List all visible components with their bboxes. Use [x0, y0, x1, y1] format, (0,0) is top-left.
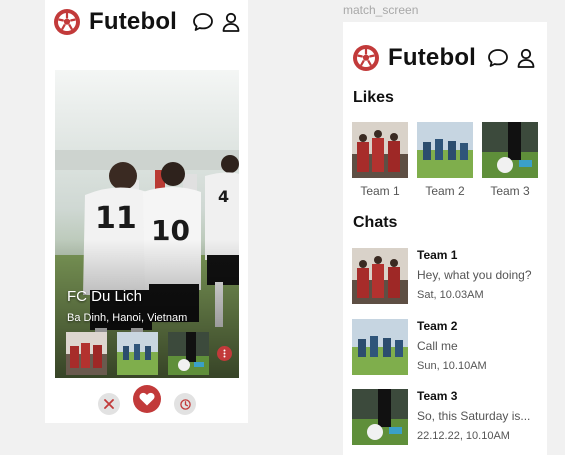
chat-item-team-1[interactable]: Team 1 Hey, what you doing? Sat, 10.03AM [352, 248, 544, 304]
thumbnail-photo[interactable] [66, 332, 107, 375]
like-item-team-2[interactable]: Team 2 [417, 122, 473, 198]
chat-team-name: Team 2 [417, 319, 458, 333]
chat-team-name: Team 1 [417, 248, 458, 262]
info-button[interactable] [217, 346, 232, 361]
likes-list: Team 1 Team 2 Team 3 [352, 122, 538, 198]
chat-avatar [352, 248, 408, 304]
thumbnail-photo[interactable] [168, 332, 209, 375]
chats-heading: Chats [353, 214, 398, 231]
chat-timestamp: Sat, 10.03AM [417, 289, 484, 301]
chat-item-team-3[interactable]: Team 3 So, this Saturday is... 22.12.22,… [352, 389, 544, 445]
swipe-actions [45, 385, 248, 417]
chat-team-name: Team 3 [417, 389, 458, 403]
like-team-name: Team 1 [360, 184, 400, 198]
user-profile-icon[interactable] [222, 12, 240, 32]
user-profile-icon[interactable] [517, 48, 535, 68]
chat-timestamp: Sun, 10.10AM [417, 360, 487, 372]
team-photo [482, 122, 538, 178]
chat-timestamp: 22.12.22, 10.10AM [417, 430, 510, 442]
like-team-name: Team 3 [490, 184, 530, 198]
chat-last-message: Hey, what you doing? [417, 268, 532, 282]
match-screen: Futebol Likes Team 1 Team 2 Team 3 Chats… [343, 22, 547, 455]
brand-title: Futebol [388, 44, 477, 71]
later-button[interactable] [174, 393, 196, 415]
thumbnail-photo[interactable] [117, 332, 158, 375]
design-canvas: Futebol FC Du Lich Ba Dinh, Hanoi, Vietn… [0, 0, 565, 455]
brand-title: Futebol [89, 8, 178, 35]
like-button[interactable] [133, 385, 161, 413]
card-team-location: Ba Dinh, Hanoi, Vietnam [67, 312, 188, 324]
soccer-ball-logo-icon [353, 45, 379, 71]
chat-last-message: So, this Saturday is... [417, 409, 531, 423]
chat-bubble-icon[interactable] [192, 12, 214, 32]
soccer-ball-logo-icon [54, 9, 80, 35]
frame-label: match_screen [343, 3, 419, 17]
likes-heading: Likes [353, 89, 394, 106]
app-header: Futebol [53, 8, 240, 36]
like-item-team-3[interactable]: Team 3 [482, 122, 538, 198]
app-header: Futebol [352, 44, 535, 72]
clock-icon [179, 398, 191, 410]
dislike-button[interactable] [98, 393, 120, 415]
like-team-name: Team 2 [425, 184, 465, 198]
chat-item-team-2[interactable]: Team 2 Call me Sun, 10.10AM [352, 319, 544, 375]
close-icon [104, 399, 114, 409]
chat-last-message: Call me [417, 339, 458, 353]
card-team-name: FC Du Lich [67, 288, 143, 305]
photo-thumbnails [66, 332, 209, 375]
swipe-screen: Futebol FC Du Lich Ba Dinh, Hanoi, Vietn… [45, 0, 248, 423]
chat-bubble-icon[interactable] [487, 48, 509, 68]
chat-avatar [352, 389, 408, 445]
team-photo [352, 122, 408, 178]
chat-avatar [352, 319, 408, 375]
heart-icon [139, 392, 155, 406]
team-photo [417, 122, 473, 178]
like-item-team-1[interactable]: Team 1 [352, 122, 408, 198]
team-card[interactable]: 11 10 4 FC Du Lich Ba Dinh, Hanoi, Vietn… [55, 70, 239, 378]
info-icon [223, 349, 226, 358]
